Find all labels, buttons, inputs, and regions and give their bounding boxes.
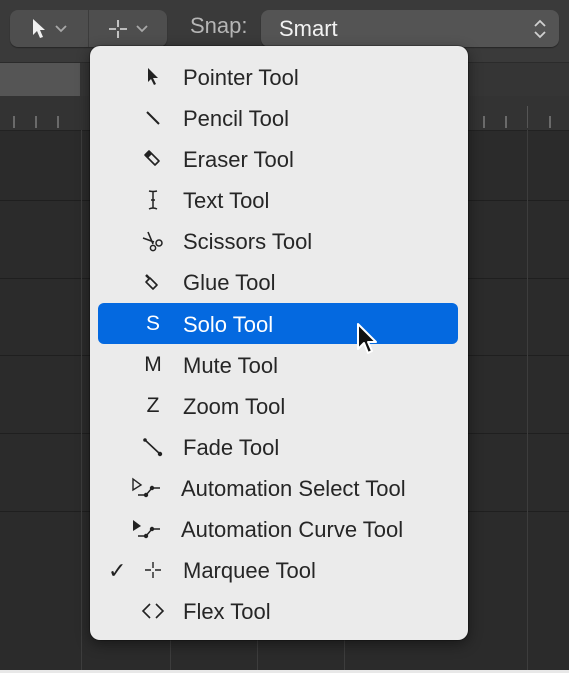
menu-item-label: Glue Tool (183, 270, 276, 295)
menu-item-pointer-tool[interactable]: Pointer Tool (98, 56, 458, 97)
menu-item-label: Solo Tool (183, 312, 274, 337)
menu-item-label: Automation Curve Tool (181, 517, 404, 542)
checkmark-icon: ✓ (108, 558, 127, 583)
tool-selector-group (10, 10, 167, 47)
snap-select[interactable]: Smart (261, 10, 559, 47)
ruler-tick (505, 116, 507, 128)
menu-item-eraser-tool[interactable]: Eraser Tool (98, 138, 458, 179)
menu-item-label: Marquee Tool (183, 558, 316, 583)
ruler-tick (57, 116, 59, 128)
snap-value: Smart (279, 16, 338, 41)
menu-item-marquee-tool[interactable]: ✓ Marquee Tool (98, 549, 458, 590)
fade-icon (136, 426, 170, 467)
menu-item-pencil-tool[interactable]: Pencil Tool (98, 97, 458, 138)
menu-item-label: Text Tool (183, 188, 270, 213)
menu-item-label: Zoom Tool (183, 394, 286, 419)
eraser-icon (136, 138, 170, 179)
menu-item-label: Eraser Tool (183, 147, 294, 172)
updown-chevron-icon (534, 19, 546, 39)
mute-letter-icon: M (144, 352, 162, 376)
command-click-tool-button[interactable] (89, 10, 167, 47)
scissors-icon (136, 220, 170, 261)
ruler-tick (35, 116, 37, 128)
menu-item-zoom-tool[interactable]: Z Zoom Tool (98, 385, 458, 426)
menu-item-solo-tool[interactable]: S Solo Tool (98, 303, 458, 344)
ruler-tick (527, 106, 528, 128)
solo-letter-icon: S (145, 311, 160, 335)
ruler-tick (549, 116, 551, 128)
menu-item-glue-tool[interactable]: Glue Tool (98, 261, 458, 302)
menu-item-label: Pencil Tool (183, 106, 289, 131)
glue-icon (136, 261, 170, 302)
menu-item-label: Automation Select Tool (181, 476, 406, 501)
grid-line (527, 130, 528, 673)
menu-item-fade-tool[interactable]: Fade Tool (98, 426, 458, 467)
pencil-icon (136, 97, 170, 138)
menu-item-mute-tool[interactable]: M Mute Tool (98, 344, 458, 385)
text-cursor-icon (136, 179, 170, 220)
chevron-down-icon (55, 24, 67, 32)
menu-item-text-tool[interactable]: Text Tool (98, 179, 458, 220)
menu-item-label: Scissors Tool (183, 229, 313, 254)
menu-item-label: Fade Tool (183, 435, 280, 460)
ruler-tick (483, 116, 485, 128)
menu-item-automation-curve-tool[interactable]: Automation Curve Tool (98, 508, 458, 549)
snap-label: Snap: (190, 13, 248, 38)
menu-item-automation-select-tool[interactable]: Automation Select Tool (98, 467, 458, 508)
region-header-left (0, 63, 80, 96)
chevron-down-icon (136, 24, 148, 32)
marquee-crosshair-icon (109, 19, 127, 38)
flex-icon (136, 590, 170, 631)
ruler-tick (13, 116, 15, 128)
left-click-tool-button[interactable] (10, 10, 88, 47)
grid-line (81, 130, 82, 673)
menu-item-flex-tool[interactable]: Flex Tool (98, 590, 458, 631)
menu-item-label: Mute Tool (183, 353, 278, 378)
automation-curve-icon (130, 508, 164, 549)
automation-select-icon (130, 467, 164, 508)
zoom-letter-icon: Z (146, 393, 160, 417)
marquee-icon (136, 549, 170, 590)
tool-menu: Pointer Tool Pencil Tool Eraser Tool Tex… (90, 46, 468, 640)
menu-item-scissors-tool[interactable]: Scissors Tool (98, 220, 458, 261)
mouse-cursor-icon (357, 323, 377, 354)
menu-item-label: Flex Tool (183, 599, 271, 624)
menu-item-label: Pointer Tool (183, 65, 299, 90)
pointer-icon (136, 56, 170, 97)
pointer-icon (33, 18, 45, 38)
